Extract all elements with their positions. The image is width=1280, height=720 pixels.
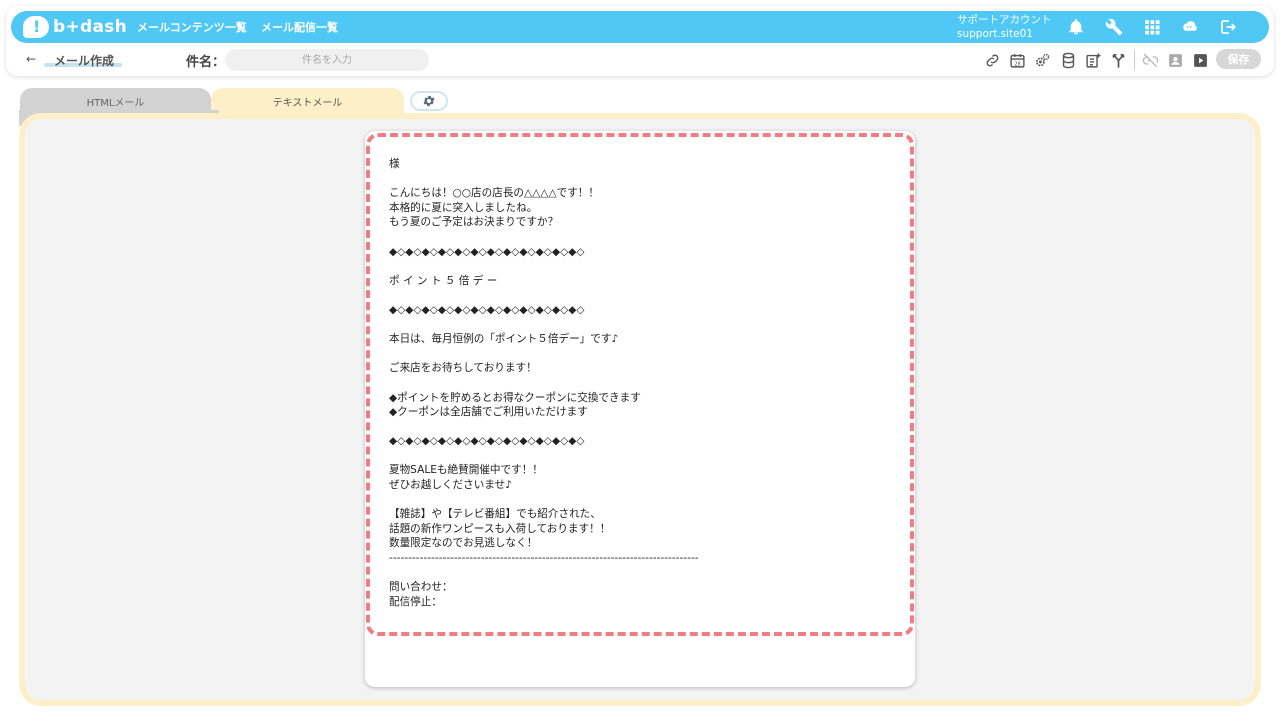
branch-icon[interactable] [1108,50,1128,70]
subject-label: 件名： [186,55,226,70]
tab-text-mail[interactable]: テキストメール [211,88,404,114]
logo[interactable]: b+dash [23,15,127,39]
logo-text: b+dash [53,17,128,37]
contact-icon[interactable] [1165,50,1185,70]
add-block-icon[interactable] [1083,50,1103,70]
subject-input[interactable] [225,49,429,71]
toolbar-separator [1134,50,1135,70]
svg-text:28: 28 [1014,61,1020,67]
nav-mail-contents[interactable]: メールコンテンツ一覧 [137,19,247,35]
wrench-icon[interactable] [1104,17,1124,37]
settings-gears-icon[interactable] [1032,50,1052,70]
link-icon[interactable] [982,50,1002,70]
mail-body-text[interactable]: 様 こんにちは！○○店の店長の△△△△です！！ 本格的に夏に突入しましたね。 も… [389,157,889,609]
cloud-chat-icon[interactable] [1180,17,1200,37]
page-title: メール作成 [54,54,115,68]
account-info[interactable]: サポートアカウント support.site01 [957,13,1052,41]
calendar-icon[interactable]: 28 [1007,50,1027,70]
apps-grid-icon[interactable] [1142,17,1162,37]
tab-settings[interactable] [410,91,448,111]
preview-play-icon[interactable] [1190,50,1210,70]
save-button[interactable]: 保存 [1216,49,1261,69]
logo-icon [23,16,49,38]
top-navbar: b+dash メールコンテンツ一覧 メール配信一覧 サポートアカウント supp… [11,11,1269,43]
logout-icon[interactable] [1218,17,1238,37]
nav-mail-deliveries[interactable]: メール配信一覧 [261,19,338,35]
back-button[interactable]: ← [26,52,36,66]
database-icon[interactable] [1058,50,1078,70]
account-id: support.site01 [957,28,1033,40]
link-off-icon[interactable] [1140,50,1160,70]
account-name: サポートアカウント [957,14,1052,26]
gear-icon [423,95,435,107]
bell-icon[interactable] [1066,17,1086,37]
